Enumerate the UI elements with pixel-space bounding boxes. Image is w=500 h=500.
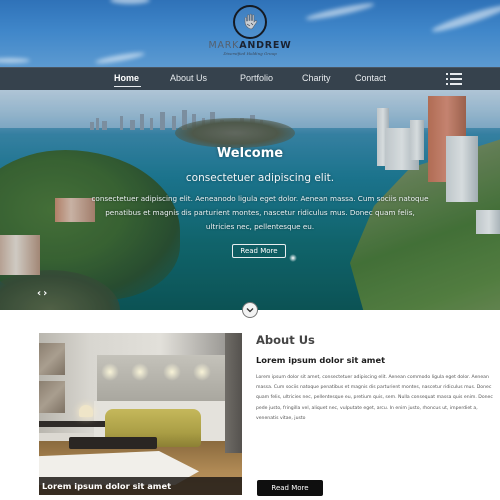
- scroll-down-button[interactable]: [242, 302, 258, 318]
- about-heading: About Us: [256, 333, 315, 347]
- brand-tagline: Diversified Holding Group: [223, 51, 277, 56]
- nav-item-about-us[interactable]: About Us: [170, 73, 207, 83]
- cloud: [94, 50, 146, 66]
- about-read-more-button[interactable]: Read More: [257, 480, 323, 496]
- cloud: [430, 1, 500, 36]
- about-image-card[interactable]: Lorem ipsum dolor sit amet: [39, 333, 242, 495]
- room-lamp: [79, 405, 93, 417]
- hero-read-more-button[interactable]: Read More: [232, 244, 286, 258]
- handprint-icon: [233, 5, 267, 39]
- nav-item-portfolio[interactable]: Portfolio: [240, 73, 273, 83]
- about-subheading: Lorem ipsum dolor sit amet: [256, 355, 386, 365]
- room-pillar: [225, 333, 242, 453]
- hero-title: Welcome: [216, 146, 284, 161]
- chevron-down-icon: [246, 308, 254, 313]
- wall-art: [39, 381, 65, 413]
- image-caption: Lorem ipsum dolor sit amet: [39, 477, 242, 495]
- brand-logo[interactable]: MARKANDREW Diversified Holding Group: [205, 5, 295, 56]
- chevron-left-icon[interactable]: ‹: [37, 288, 41, 299]
- cloud: [0, 58, 30, 63]
- ceiling-light: [101, 363, 119, 381]
- cloud: [110, 0, 150, 4]
- room-console: [39, 421, 105, 427]
- brand-name-light: MARK: [208, 40, 240, 51]
- chevron-right-icon[interactable]: ›: [43, 288, 47, 299]
- room-table: [69, 437, 157, 449]
- nav-item-home[interactable]: Home: [114, 73, 142, 87]
- cloud: [305, 0, 375, 23]
- hero-subtitle: consectetuer adipiscing elit.: [185, 172, 335, 184]
- nav-item-charity[interactable]: Charity: [302, 73, 331, 83]
- main-navigation: Home About Us Portfolio Charity Contact: [0, 67, 500, 90]
- ceiling-light: [163, 363, 181, 381]
- hero-body: consectetuer adipiscing elit. Aeneanodo …: [91, 194, 429, 231]
- hamburger-menu-icon[interactable]: [446, 72, 462, 86]
- hero-slider: Welcome consectetuer adipiscing elit. co…: [0, 90, 500, 310]
- slider-controls: ‹ ›: [37, 288, 49, 299]
- site-header: MARKANDREW Diversified Holding Group: [0, 0, 500, 67]
- ceiling-light: [131, 363, 149, 381]
- brand-name: MARKANDREW: [205, 40, 295, 51]
- brand-name-bold: ANDREW: [239, 40, 292, 51]
- ceiling-light: [193, 363, 211, 381]
- nav-item-contact[interactable]: Contact: [355, 73, 386, 83]
- about-body: Lorem ipsum dolor sit amet, consectetuer…: [256, 375, 493, 421]
- boat: [289, 254, 297, 262]
- wall-art: [39, 343, 65, 375]
